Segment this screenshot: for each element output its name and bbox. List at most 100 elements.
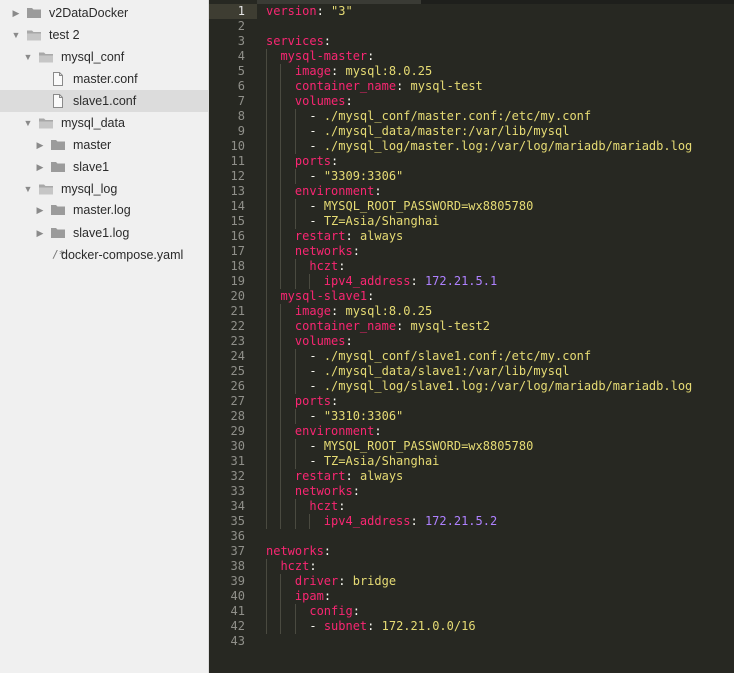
code-line[interactable]: mysql-slave1:	[266, 289, 734, 304]
code-line[interactable]	[266, 529, 734, 544]
code-line[interactable]: - ./mysql_data/master:/var/lib/mysql	[266, 124, 734, 139]
code-line[interactable]: restart: always	[266, 229, 734, 244]
code-line[interactable]: volumes:	[266, 94, 734, 109]
code-line[interactable]: - MYSQL_ROOT_PASSWORD=wx8805780	[266, 199, 734, 214]
code-line[interactable]: hczt:	[266, 559, 734, 574]
code-token: mysql-slave1	[280, 289, 368, 303]
folder-icon	[26, 5, 42, 21]
chevron-down-icon[interactable]: ▼	[10, 24, 22, 46]
code-line[interactable]: services:	[266, 34, 734, 49]
file-icon	[50, 71, 66, 87]
tree-item-label: slave1.conf	[73, 94, 137, 108]
code-line[interactable]: networks:	[266, 544, 734, 559]
code-line[interactable]: mysql-master:	[266, 49, 734, 64]
code-token: -	[309, 439, 324, 453]
chevron-right-icon[interactable]: ▶	[34, 156, 46, 178]
code-line[interactable]	[266, 634, 734, 649]
indent-guide	[266, 244, 267, 259]
code-line[interactable]: - "3309:3306"	[266, 169, 734, 184]
code-line[interactable]: - ./mysql_log/slave1.log:/var/log/mariad…	[266, 379, 734, 394]
indent-guide	[266, 454, 267, 469]
code-line[interactable]: hczt:	[266, 499, 734, 514]
code-token: 172.21.5.2	[424, 514, 498, 528]
tree-item[interactable]: ▼ mysql_log	[0, 178, 209, 200]
tree-item[interactable]: ▶ slave1	[0, 156, 209, 178]
tree-item[interactable]: ▶ master	[0, 134, 209, 156]
code-line[interactable]: - MYSQL_ROOT_PASSWORD=wx8805780	[266, 439, 734, 454]
code-line[interactable]: restart: always	[266, 469, 734, 484]
indent-guide	[280, 274, 282, 289]
tree-item[interactable]: master.conf	[0, 68, 209, 90]
code-line[interactable]: - ./mysql_log/master.log:/var/log/mariad…	[266, 139, 734, 154]
code-line[interactable]: networks:	[266, 244, 734, 259]
indent-guide	[266, 394, 267, 409]
code-token: services	[266, 34, 324, 48]
chevron-right-icon[interactable]: ▶	[34, 222, 46, 244]
code-line[interactable]: environment:	[266, 424, 734, 439]
indent-guide	[280, 364, 282, 379]
code-line[interactable]: - ./mysql_data/slave1:/var/lib/mysql	[266, 364, 734, 379]
code-line[interactable]: image: mysql:8.0.25	[266, 304, 734, 319]
code-line[interactable]: - TZ=Asia/Shanghai	[266, 454, 734, 469]
code-line[interactable]: ipv4_address: 172.21.5.1	[266, 274, 734, 289]
code-line[interactable]: ipv4_address: 172.21.5.2	[266, 514, 734, 529]
code-line[interactable]: image: mysql:8.0.25	[266, 64, 734, 79]
line-number: 18	[230, 259, 245, 273]
code-token: -	[309, 409, 324, 423]
code-line[interactable]: - ./mysql_conf/master.conf:/etc/my.conf	[266, 109, 734, 124]
indent-guide	[266, 349, 267, 364]
chevron-down-icon[interactable]: ▼	[22, 178, 34, 200]
chevron-right-icon[interactable]: ▶	[10, 2, 22, 24]
tree-item[interactable]: ▶ master.log	[0, 199, 209, 221]
tree-item[interactable]: /* docker-compose.yaml	[0, 244, 209, 266]
code-token: volumes	[294, 94, 346, 108]
tree-item[interactable]: slave1.conf	[0, 90, 209, 112]
code-token: :	[352, 484, 360, 498]
code-editor[interactable]: 1 2 3 4 5 6 7 8 9 10 11 12 13 14 15 16 17 18 19 20 21 22 23 24 2…	[209, 0, 734, 673]
code-line[interactable]: - TZ=Asia/Shanghai	[266, 214, 734, 229]
code-line[interactable]: environment:	[266, 184, 734, 199]
code-line[interactable]: config:	[266, 604, 734, 619]
indent-guide	[280, 124, 282, 139]
indent-guide	[280, 604, 282, 619]
code-content[interactable]: version: "3" services: mysql-master: imag…	[266, 4, 734, 649]
code-token: mysql:8.0.25	[345, 304, 433, 318]
chevron-right-icon[interactable]: ▶	[34, 199, 46, 221]
code-token: -	[309, 124, 324, 138]
chevron-down-icon[interactable]: ▼	[22, 46, 34, 68]
indent-guide	[280, 409, 282, 424]
code-line[interactable]: version: "3"	[266, 4, 734, 19]
tree-item[interactable]: ▶ slave1.log	[0, 222, 209, 244]
chevron-down-icon[interactable]: ▼	[22, 112, 34, 134]
code-line[interactable]: ipam:	[266, 589, 734, 604]
indent-guide	[280, 514, 282, 529]
code-line[interactable]: hczt:	[266, 259, 734, 274]
tree-item[interactable]: ▼ mysql_data	[0, 112, 209, 134]
chevron-right-icon[interactable]: ▶	[34, 134, 46, 156]
code-line[interactable]: - subnet: 172.21.0.0/16	[266, 619, 734, 634]
tree-item-label: master.log	[73, 203, 131, 217]
tree-item[interactable]: ▼ test 2	[0, 24, 209, 46]
code-line[interactable]	[266, 19, 734, 34]
code-line[interactable]: volumes:	[266, 334, 734, 349]
line-number: 28	[230, 409, 245, 423]
line-number: 34	[230, 499, 245, 513]
code-token: restart	[294, 469, 346, 483]
code-token: :	[345, 469, 360, 483]
code-line[interactable]: container_name: mysql-test	[266, 79, 734, 94]
code-token: :	[331, 64, 346, 78]
indent-guide	[280, 94, 282, 109]
indent-guide	[294, 439, 296, 454]
indent-guide	[280, 109, 282, 124]
tree-item[interactable]: ▶ v2DataDocker	[0, 2, 209, 24]
code-line[interactable]: - "3310:3306"	[266, 409, 734, 424]
code-line[interactable]: ports:	[266, 154, 734, 169]
code-token: TZ=Asia/Shanghai	[323, 454, 440, 468]
tree-item[interactable]: ▼ mysql_conf	[0, 46, 209, 68]
code-line[interactable]: driver: bridge	[266, 574, 734, 589]
code-line[interactable]: - ./mysql_conf/slave1.conf:/etc/my.conf	[266, 349, 734, 364]
code-line[interactable]: ports:	[266, 394, 734, 409]
code-line[interactable]: networks:	[266, 484, 734, 499]
line-number: 22	[230, 319, 245, 333]
code-line[interactable]: container_name: mysql-test2	[266, 319, 734, 334]
